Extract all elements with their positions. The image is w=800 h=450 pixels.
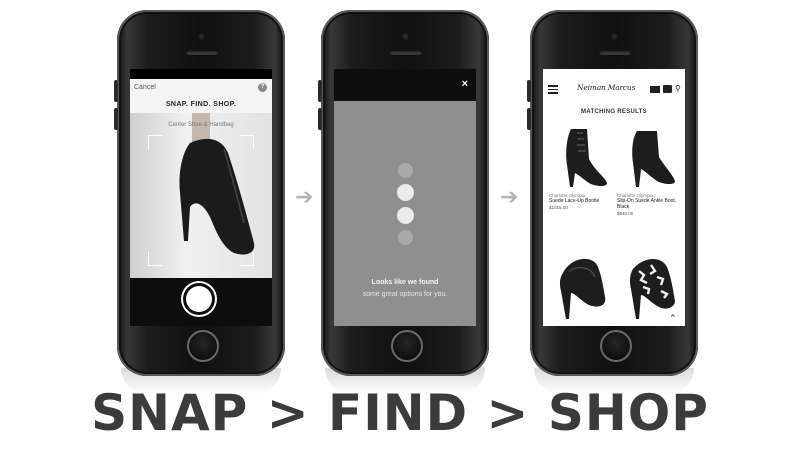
phone-shop: Neiman Marcus ⚲ MATCHING RESULTS Charlot…: [527, 10, 698, 376]
product-card[interactable]: [617, 247, 681, 322]
screen-shop: Neiman Marcus ⚲ MATCHING RESULTS Charlot…: [543, 69, 685, 326]
product-card[interactable]: Charlotte Olympia Suede Lace-Up Bootie $…: [549, 121, 613, 210]
volume-button: [527, 80, 531, 102]
caption-text: SNAP > FIND > SHOP: [91, 384, 709, 442]
speaker-grille: [186, 50, 218, 55]
mail-icon[interactable]: [650, 86, 660, 93]
result-message: Looks like we found: [371, 279, 439, 286]
product-price: $1015.00: [549, 205, 568, 210]
shop-header: Neiman Marcus ⚲: [543, 83, 685, 97]
volume-button: [318, 108, 322, 130]
loading-dot: [398, 163, 413, 178]
product-price: $940.00: [617, 211, 634, 216]
home-button[interactable]: [187, 330, 219, 362]
frame-corner: [148, 135, 162, 149]
product-image: [632, 131, 675, 187]
volume-button: [114, 108, 118, 130]
product-image: [566, 129, 607, 187]
volume-button: [318, 80, 322, 102]
snap-title: SNAP. FIND. SHOP.: [165, 101, 237, 108]
arrow-icon: ➔: [295, 184, 314, 209]
frame-corner: [240, 135, 254, 149]
product-card[interactable]: Charlotte Olympia Slip-On Suede Ankle Bo…: [617, 121, 681, 216]
loading-panel: Looks like we found some great options f…: [334, 101, 476, 326]
hamburger-menu-icon[interactable]: [548, 85, 558, 96]
store-logo[interactable]: Neiman Marcus: [577, 83, 635, 92]
cancel-button[interactable]: Cancel: [134, 84, 156, 91]
product-image: [559, 258, 606, 319]
shutter-button[interactable]: [186, 286, 212, 312]
find-header: ×: [334, 69, 476, 101]
speaker-grille: [390, 50, 422, 55]
front-camera: [611, 33, 618, 40]
result-submessage: some great options for you.: [362, 291, 448, 298]
front-camera: [402, 33, 409, 40]
product-name: Suede Lace-Up Bootie: [549, 198, 600, 204]
frame-corner: [240, 252, 254, 266]
product-image: [629, 258, 675, 319]
loading-dot: [398, 230, 413, 245]
shopping-bag-icon[interactable]: [663, 85, 672, 93]
results-heading: MATCHING RESULTS: [581, 109, 647, 115]
search-icon[interactable]: ⚲: [675, 84, 681, 93]
screen-find: × Looks like we found some great options…: [334, 69, 476, 326]
phone-find: × Looks like we found some great options…: [318, 10, 489, 376]
loading-dot: [397, 207, 414, 224]
front-camera: [198, 33, 205, 40]
arrow-icon: ➔: [500, 184, 519, 209]
home-button[interactable]: [391, 330, 423, 362]
volume-button: [114, 80, 118, 102]
frame-corner: [148, 252, 162, 266]
product-card[interactable]: [549, 247, 613, 322]
product-name: Slip-On Suede Ankle Boot, Black: [617, 198, 677, 210]
phone-snap: Cancel ? SNAP. FIND. SHOP. Center Shoe &…: [114, 10, 285, 376]
chevron-up-icon[interactable]: ⌃: [669, 313, 677, 324]
close-icon[interactable]: ×: [462, 78, 468, 90]
home-button[interactable]: [600, 330, 632, 362]
volume-button: [527, 108, 531, 130]
camera-viewfinder: Center Shoe & Handbag: [130, 113, 272, 278]
viewfinder-hint: Center Shoe & Handbag: [168, 122, 234, 128]
speaker-grille: [599, 50, 631, 55]
help-icon[interactable]: ?: [258, 83, 267, 92]
screen-snap: Cancel ? SNAP. FIND. SHOP. Center Shoe &…: [130, 69, 272, 326]
camera-controls: [130, 278, 272, 326]
loading-dot: [397, 184, 414, 201]
